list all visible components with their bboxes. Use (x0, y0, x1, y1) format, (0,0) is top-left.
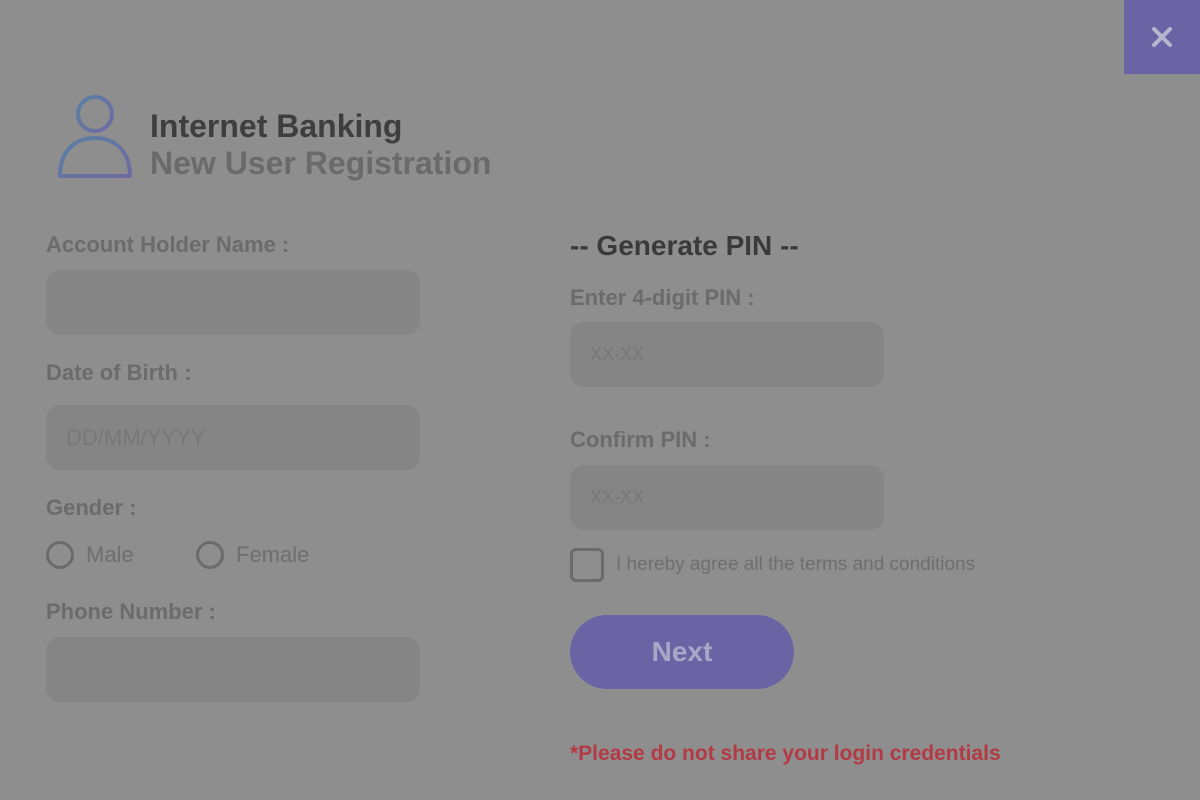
close-icon (1152, 27, 1172, 47)
gender-option-female[interactable]: Female (196, 541, 309, 569)
dob-input[interactable] (46, 405, 420, 470)
confirm-pin-input[interactable] (570, 465, 884, 530)
page-header: Internet Banking New User Registration (54, 92, 491, 182)
dob-label: Date of Birth : (46, 360, 192, 385)
account-holder-input[interactable] (46, 270, 420, 335)
phone-input[interactable] (46, 637, 420, 702)
gender-label: Gender : (46, 495, 137, 520)
terms-label: I hereby agree all the terms and conditi… (616, 554, 976, 575)
gender-option-male[interactable]: Male (46, 541, 134, 569)
terms-row: I hereby agree all the terms and conditi… (570, 548, 975, 582)
female-radio[interactable] (196, 541, 224, 569)
account-holder-label: Account Holder Name : (46, 232, 290, 257)
pin-label: Enter 4-digit PIN : (570, 285, 755, 310)
user-icon (58, 95, 132, 178)
male-label: Male (86, 542, 134, 567)
page-subtitle: New User Registration (150, 145, 492, 181)
close-button[interactable] (1124, 0, 1200, 74)
phone-label: Phone Number : (46, 599, 216, 624)
security-warning: *Please do not share your login credenti… (570, 742, 1001, 765)
generate-pin-heading: -- Generate PIN -- (570, 230, 799, 261)
confirm-pin-label: Confirm PIN : (570, 427, 711, 452)
male-radio[interactable] (46, 541, 74, 569)
page-title: Internet Banking (150, 108, 403, 144)
pin-input[interactable] (570, 322, 884, 387)
registration-window: Internet Banking New User Registration A… (0, 0, 1200, 800)
female-label: Female (236, 542, 310, 567)
next-button[interactable]: Next (570, 615, 794, 689)
terms-checkbox[interactable] (570, 548, 604, 582)
